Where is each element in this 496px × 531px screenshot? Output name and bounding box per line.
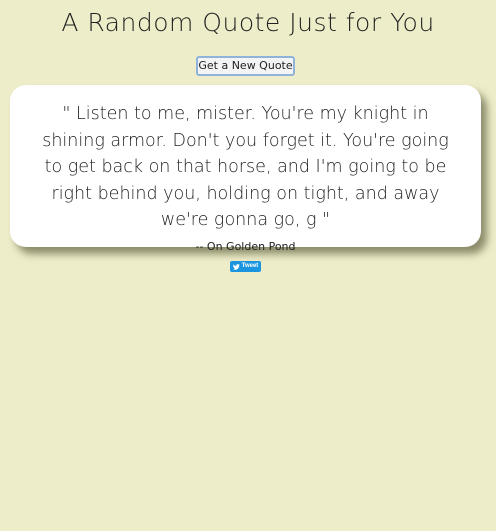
quote-author: -- On Golden Pond <box>195 239 296 253</box>
page-title: A Random Quote Just for You <box>61 8 435 37</box>
twitter-bird-icon <box>232 263 240 270</box>
quote-card: " Listen to me, mister. You're my knight… <box>10 85 481 253</box>
quote-open-mark: " <box>62 104 71 124</box>
new-quote-button[interactable]: Get a New Quote <box>196 56 295 76</box>
tweet-label: Tweet <box>241 263 259 269</box>
quote-text: " Listen to me, mister. You're my knight… <box>32 101 459 234</box>
quote-close-mark: " <box>322 210 331 230</box>
tweet-button[interactable]: Tweet <box>230 261 261 272</box>
quote-body: Listen to me, mister. You're my knight i… <box>42 104 449 230</box>
